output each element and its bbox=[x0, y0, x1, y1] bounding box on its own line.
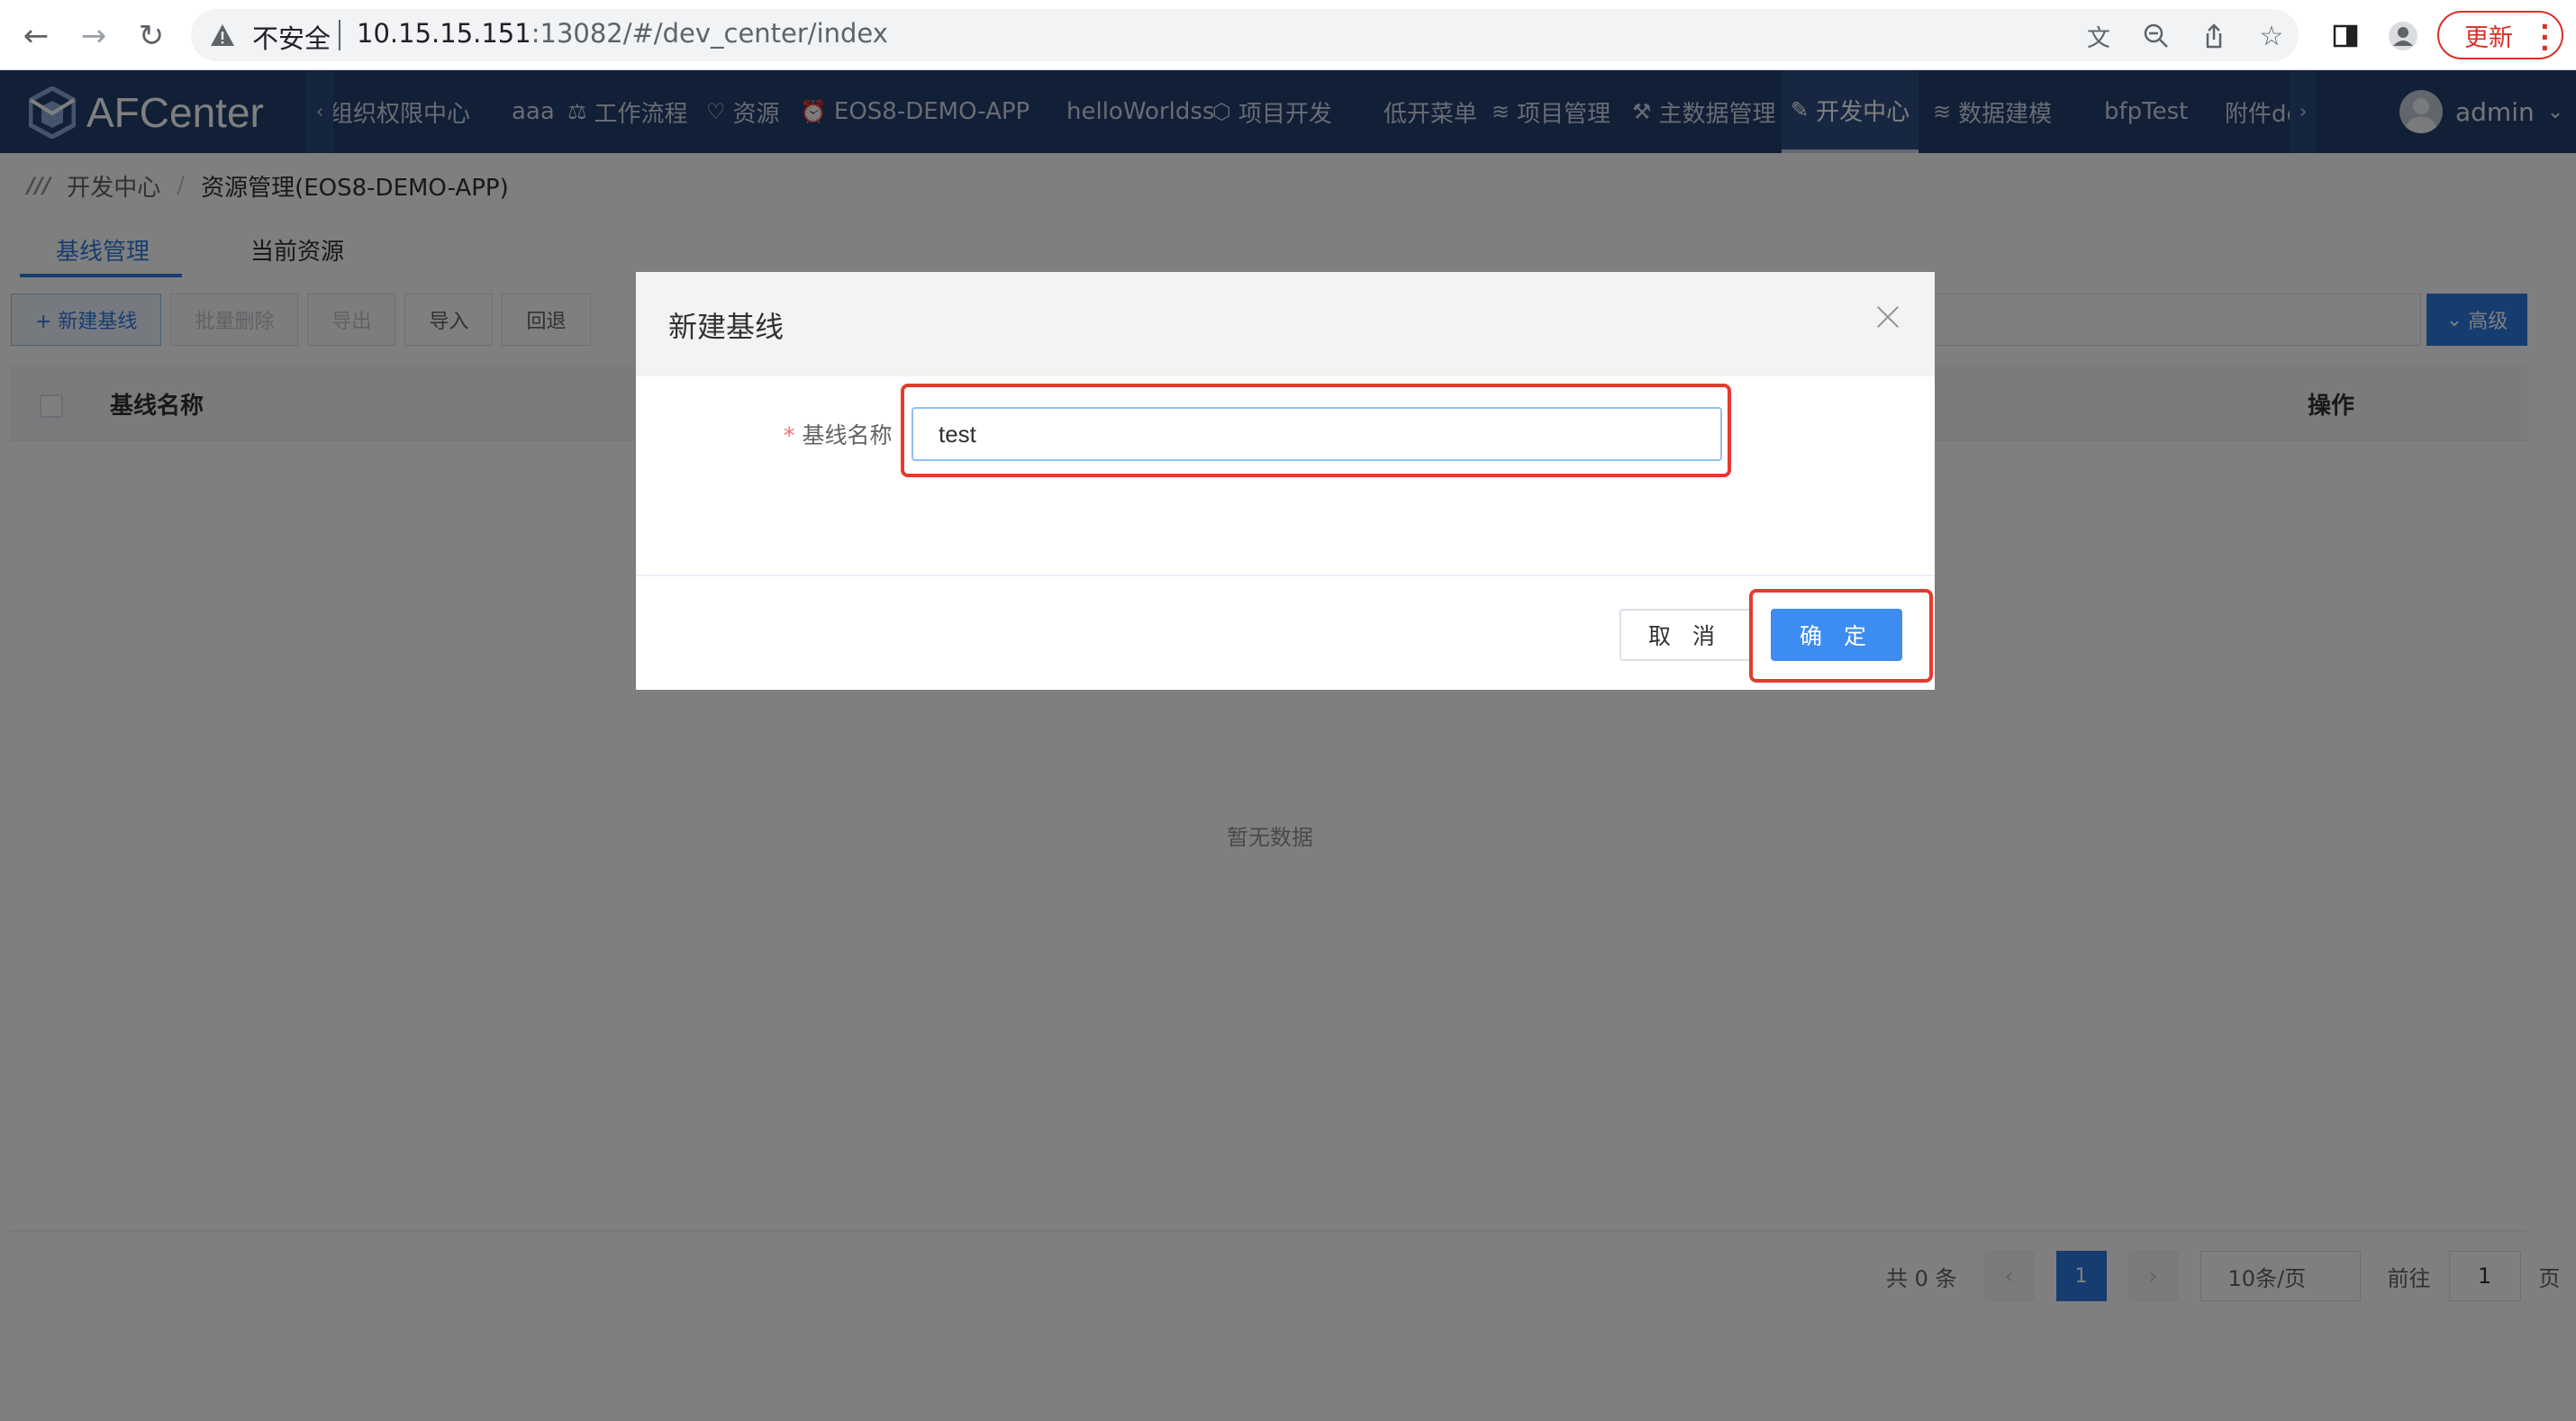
divider bbox=[636, 575, 1935, 576]
warning-icon bbox=[211, 24, 234, 46]
zoom-icon[interactable] bbox=[2136, 16, 2176, 56]
required-mark: * bbox=[784, 422, 795, 448]
new-baseline-dialog: 新建基线 *基线名称 取 消 确 定 bbox=[636, 272, 1935, 690]
browser-toolbar: ← → ↻ 不安全 10.15.15.151:13082/#/dev_cente… bbox=[0, 0, 2576, 70]
forward-icon[interactable]: → bbox=[74, 16, 113, 56]
security-label: 不安全 bbox=[252, 23, 331, 54]
url-path: :13082/#/dev_center/index bbox=[531, 18, 888, 49]
back-icon[interactable]: ← bbox=[16, 16, 56, 56]
divider bbox=[339, 20, 340, 50]
highlight-box-input bbox=[901, 384, 1731, 477]
profile-icon[interactable] bbox=[2383, 16, 2423, 56]
close-icon[interactable] bbox=[1870, 299, 1906, 335]
reload-icon[interactable]: ↻ bbox=[132, 16, 171, 56]
update-button[interactable]: 更新 · · · bbox=[2437, 11, 2563, 63]
field-label-text: 基线名称 bbox=[802, 422, 893, 448]
more-icon: · · · bbox=[2540, 12, 2550, 63]
bookmark-star-icon[interactable]: ☆ bbox=[2252, 16, 2291, 56]
share-icon[interactable] bbox=[2194, 16, 2234, 56]
translate-icon[interactable]: ⽂ bbox=[2079, 16, 2118, 56]
highlight-box-confirm bbox=[1749, 589, 1933, 683]
cancel-button[interactable]: 取 消 bbox=[1619, 609, 1751, 661]
baseline-name-label: * 基线名称 bbox=[784, 418, 893, 450]
url-host: 10.15.15.151 bbox=[357, 18, 531, 49]
dialog-title: 新建基线 bbox=[668, 310, 785, 344]
url-text[interactable]: 10.15.15.151:13082/#/dev_center/index bbox=[357, 18, 888, 49]
update-label: 更新 bbox=[2464, 23, 2513, 52]
sidebar-icon[interactable] bbox=[2326, 16, 2365, 56]
dialog-header: 新建基线 bbox=[636, 272, 1935, 376]
